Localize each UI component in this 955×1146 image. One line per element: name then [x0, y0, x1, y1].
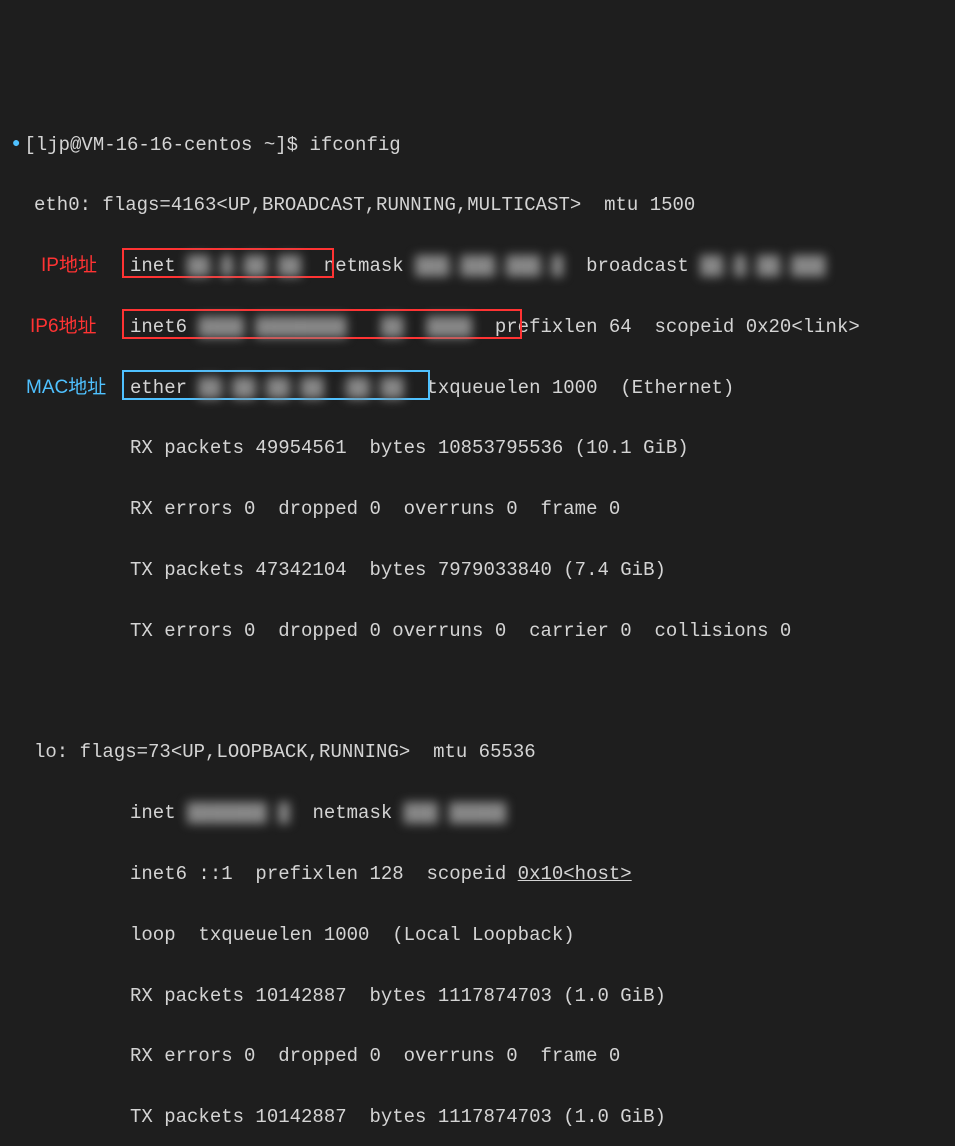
prompt-line: ●[ljp@VM-16-16-centos ~]$ ifconfig [12, 130, 943, 160]
lo-tx-packets: TX packets 10142887 bytes 1117874703 (1.… [12, 1102, 943, 1132]
eth0-inet-line: IP地址inet ██.█.██ ██ netmask ███.███.███.… [12, 251, 943, 281]
inet-value: ██.█.██ ██ [187, 255, 301, 277]
lo-loop: loop txqueuelen 1000 (Local Loopback) [12, 920, 943, 950]
lo-netmask-value: ███ █████ [404, 802, 507, 824]
lo-inet-line: inet ███████ █ netmask ███ █████ [12, 798, 943, 828]
eth0-inet6-line: IP6地址inet6 ████ ████████ ██ ████ prefixl… [12, 312, 943, 342]
mac-label: MAC地址 [26, 373, 106, 403]
eth0-ether-line: MAC地址ether ██:██:██:██ :██:██ txqueuelen… [12, 373, 943, 403]
lo-scope: 0x10<host> [518, 863, 632, 885]
lo-inet6-line: inet6 ::1 prefixlen 128 scopeid 0x10<hos… [12, 859, 943, 889]
lo-inet-prefix: inet [130, 802, 187, 824]
eth0-header: eth0: flags=4163<UP,BROADCAST,RUNNING,MU… [12, 190, 943, 220]
blank-line [12, 677, 943, 707]
inet6-value: ████ ████████ ██ ████ [198, 316, 472, 338]
bullet-icon: ● [12, 133, 20, 155]
eth0-rx-errors: RX errors 0 dropped 0 overruns 0 frame 0 [12, 494, 943, 524]
eth0-tx-packets: TX packets 47342104 bytes 7979033840 (7.… [12, 555, 943, 585]
eth0-rx-packets: RX packets 49954561 bytes 10853795536 (1… [12, 433, 943, 463]
lo-inet6-text: inet6 ::1 prefixlen 128 scopeid [130, 863, 518, 885]
ether-value: ██:██:██:██ :██:██ [198, 377, 403, 399]
broadcast-value: ██.█.██.███ [700, 255, 825, 277]
ip-label: IP地址 [41, 251, 97, 281]
lo-rx-errors: RX errors 0 dropped 0 overruns 0 frame 0 [12, 1041, 943, 1071]
lo-inet-value: ███████ █ [187, 802, 290, 824]
command-text: ifconfig [309, 134, 400, 156]
lo-netmask-label: netmask [290, 802, 404, 824]
eth0-tx-errors: TX errors 0 dropped 0 overruns 0 carrier… [12, 616, 943, 646]
broadcast-label: broadcast [563, 255, 700, 277]
shell-prompt: [ljp@VM-16-16-centos ~]$ [24, 134, 309, 156]
prefixlen-text: prefixlen 64 scopeid 0x20<link> [472, 316, 860, 338]
ether-rest: txqueuelen 1000 (Ethernet) [404, 377, 735, 399]
lo-rx-packets: RX packets 10142887 bytes 1117874703 (1.… [12, 981, 943, 1011]
ip6-label: IP6地址 [30, 312, 97, 342]
lo-header: lo: flags=73<UP,LOOPBACK,RUNNING> mtu 65… [12, 737, 943, 767]
netmask-value: ███.███.███.█ [415, 255, 563, 277]
